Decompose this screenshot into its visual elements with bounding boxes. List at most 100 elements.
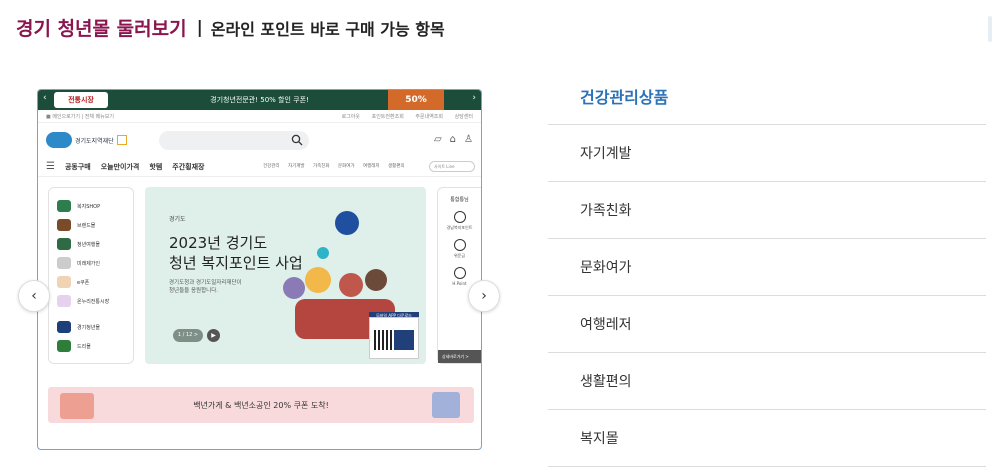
promo-badge: 50% (388, 90, 444, 110)
preview-header-icons: ▱ ⌂ ♙ (434, 134, 473, 145)
preview-util-bar: ■ 메인으로가기 | 전체 메뉴보기 로그아웃 포인트전환조회 주문내역조회 상… (38, 110, 481, 123)
preview-search-input (159, 131, 309, 150)
category-list: 건강관리상품 자기계발 가족친화 문화여가 여행레저 생활편의 복지몰 (548, 68, 986, 467)
nav-cat: 가족친화 (313, 164, 330, 169)
sidebar-label: 온누리전통시장 (77, 298, 110, 305)
category-item-self-development[interactable]: 자기계발 (548, 125, 986, 182)
shop-icon (57, 200, 71, 212)
coupon-icon: ▱ (433, 134, 442, 145)
sidebar-item: 온누리전통시장 (57, 293, 125, 309)
util-link: 주문내역조회 (415, 113, 443, 120)
preview-right-panel: 통합통님 경남복지포인트 위문금 H.Point 상세바로가기 > (437, 187, 481, 364)
category-item-family[interactable]: 가족친화 (548, 182, 986, 239)
preview-sidebar: 복지SHOP 브랜드몰 청년여행몰 미래제가인 e쿠폰 온누리전통시장 경기청년… (48, 187, 134, 364)
nav-cat: 문화여가 (338, 164, 355, 169)
illustration-people (265, 211, 425, 339)
util-link: 로그아웃 (341, 113, 360, 120)
logo-mark-icon (116, 135, 127, 145)
sidebar-item: 브랜드몰 (57, 217, 125, 233)
user-icon: ♙ (464, 134, 473, 145)
title-separator: | (196, 17, 203, 38)
nav-cat: 건강관리 (263, 164, 280, 169)
brand-icon (57, 219, 71, 231)
point-icon (453, 211, 466, 223)
nav-cat: 생활편의 (388, 164, 405, 169)
person-head (339, 273, 363, 297)
market-logo: 전통시장 (54, 92, 108, 108)
coin-icon (453, 239, 466, 251)
right-panel-item: 위문금 (453, 253, 466, 258)
sidebar-label: 드리몰 (77, 343, 91, 350)
ecoupon-icon (57, 276, 71, 288)
hero-pager: 1 / 12 > (173, 329, 203, 342)
search-icon (291, 134, 303, 146)
category-item-living[interactable]: 생활편의 (548, 353, 986, 410)
sidebar-label: 청년여행몰 (77, 241, 101, 248)
site-select: 사이트 Line (429, 161, 475, 172)
sidebar-label: 경기청년몰 (77, 324, 101, 331)
person-head (365, 269, 387, 291)
coupon-illustration-right (432, 392, 460, 418)
category-item-welfare-mall[interactable]: 복지몰 (548, 410, 986, 467)
carousel-prev-button[interactable]: ‹ (18, 280, 50, 312)
cart-icon: ⌂ (449, 134, 457, 145)
mall-preview-screenshot[interactable]: ‹ 전통시장 경기청년전문관! 50% 할인 쿠폰! 50% › ■ 메인으로가… (37, 89, 482, 450)
right-panel-item: 경남복지포인트 (446, 225, 473, 230)
coupon-banner: 백년가게 & 백년소공인 20% 쿠폰 도착! (48, 387, 474, 423)
page: 경기 청년몰 둘러보기 | 온라인 포인트 바로 구매 가능 항목 ‹ 전통시장… (0, 0, 992, 472)
util-left: ■ 메인으로가기 | 전체 메뉴보기 (46, 113, 114, 120)
coupon-text: 백년가게 & 백년소공인 20% 쿠폰 도착! (193, 400, 329, 410)
play-icon: ▶ (207, 329, 220, 342)
sidebar-label: 미래제가인 (77, 260, 101, 267)
sidebar-label: 브랜드몰 (77, 222, 96, 229)
sidebar-item: 청년여행몰 (57, 236, 125, 252)
site-logo: 경기도지역재단 (46, 132, 127, 148)
util-link: 상담센터 (454, 113, 473, 120)
chevron-right-icon: › (481, 288, 487, 304)
chevron-left-icon: ‹ (43, 93, 47, 103)
preview-hero-banner: 경기도 2023년 경기도 청년 복지포인트 사업 경기도청과 경기도일자리재단… (145, 187, 426, 364)
nav-item: 공동구매 (64, 162, 91, 171)
nav-cat: 자기계발 (288, 164, 305, 169)
nav-categories: 건강관리 자기계발 가족친화 문화여가 여행레저 생활편의 (263, 163, 412, 169)
hero-description: 경기도청과 경기도일자리재단이 청년들을 응원합니다. (169, 279, 242, 295)
sidebar-item: 복지SHOP (57, 198, 125, 214)
app-store-icon (394, 330, 414, 350)
person-head (305, 267, 331, 293)
sidebar-label: e쿠폰 (77, 279, 90, 286)
coupon-illustration-left (60, 393, 94, 419)
hero-tag: 경기도 (169, 216, 186, 223)
future-icon (57, 257, 71, 269)
travel-icon (57, 238, 71, 250)
logo-badge-icon (46, 132, 72, 148)
sidebar-item: 드리몰 (57, 338, 125, 354)
market-icon (57, 295, 71, 307)
nav-item: 주간횡재장 (172, 162, 205, 171)
category-item-health[interactable]: 건강관리상품 (548, 68, 986, 125)
banner-text: 경기청년전문관! 50% 할인 쿠폰! (210, 96, 309, 104)
sidebar-label: 복지SHOP (77, 203, 101, 210)
preview-nav: ☰ 공동구매 오늘만이가격 핫템 주간횡재장 건강관리 자기계발 가족친화 문화… (38, 157, 481, 177)
chevron-right-icon: › (472, 93, 476, 103)
nav-item: 핫템 (149, 162, 163, 171)
decor-circle (335, 211, 359, 235)
qr-code-icon (374, 330, 394, 350)
preview-logo-bar: 경기도지역재단 ▱ ⌂ ♙ (38, 123, 481, 157)
nav-item: 오늘만이가격 (100, 162, 140, 171)
chevron-left-icon: ‹ (31, 288, 37, 304)
site-logo-text: 경기도지역재단 (75, 137, 114, 145)
dream-mall-icon (57, 340, 71, 352)
preview-top-banner: ‹ 전통시장 경기청년전문관! 50% 할인 쿠폰! 50% › (38, 90, 481, 110)
section-header: 경기 청년몰 둘러보기 | 온라인 포인트 바로 구매 가능 항목 (16, 14, 445, 41)
nav-cat: 여행레저 (363, 164, 380, 169)
category-item-culture[interactable]: 문화여가 (548, 239, 986, 296)
person-head (283, 277, 305, 299)
hpoint-icon (453, 267, 466, 279)
right-panel-footer: 상세바로가기 > (438, 350, 481, 363)
category-item-travel[interactable]: 여행레저 (548, 296, 986, 353)
sidebar-item: 경기청년몰 (57, 319, 125, 335)
page-title: 경기 청년몰 둘러보기 (16, 18, 187, 40)
sidebar-item: 미래제가인 (57, 255, 125, 271)
carousel-next-button[interactable]: › (468, 280, 500, 312)
hero-desc-line: 청년들을 응원합니다. (169, 288, 219, 294)
